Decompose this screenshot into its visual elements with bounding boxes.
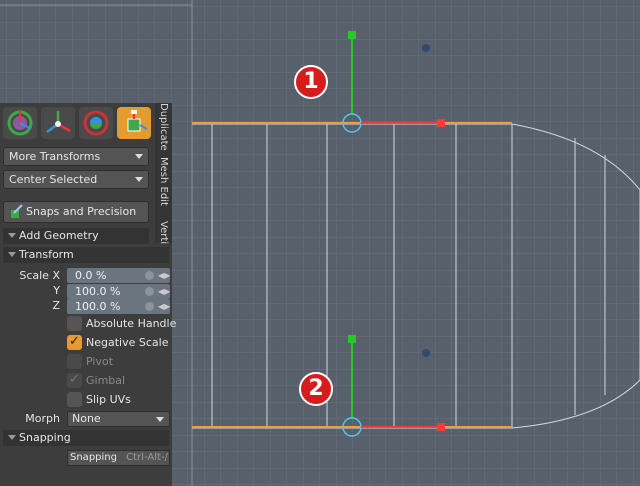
snaps-and-precision-label: Snaps and Precision: [26, 205, 137, 218]
step-arrows-icon[interactable]: ◀▶: [158, 287, 170, 296]
morph-label: Morph: [25, 412, 60, 425]
center-selected-label: Center Selected: [9, 173, 98, 186]
scale-tool-icon: [127, 110, 148, 132]
snapping-button-label: Snapping: [70, 452, 117, 463]
tab-vertices[interactable]: Verti: [155, 221, 172, 244]
rotate-tool-button[interactable]: [41, 107, 75, 139]
scale-x-label: Scale X: [19, 269, 60, 282]
pivot-label: Pivot: [86, 355, 114, 368]
scale-tool-button[interactable]: [117, 107, 151, 139]
scale-z-field[interactable]: 100.0 % ◀▶: [67, 299, 170, 314]
negative-scale-checkbox[interactable]: ✓: [67, 334, 82, 350]
scale-y-field[interactable]: 100.0 % ◀▶: [67, 284, 170, 299]
tab-duplicate[interactable]: Duplicate: [155, 103, 172, 151]
negative-scale-label: Negative Scale: [86, 336, 169, 349]
scale-z-value: 100.0 %: [75, 300, 121, 313]
section-transform[interactable]: Transform: [3, 247, 169, 263]
chevron-down-icon: [135, 177, 143, 182]
slip-uvs-checkbox[interactable]: [67, 392, 82, 407]
reset-icon[interactable]: [145, 287, 154, 296]
side-tab-strip: Duplicate Mesh Edit Verti: [155, 103, 172, 244]
step-arrows-icon[interactable]: ◀▶: [158, 302, 170, 311]
pivot-checkbox[interactable]: [67, 354, 82, 369]
annotation-badge-2: 2: [299, 372, 333, 406]
tab-mesh-edit[interactable]: Mesh Edit: [155, 157, 172, 217]
annotation-badge-1: 1: [294, 65, 328, 99]
chevron-down-icon: [135, 154, 143, 159]
snap-icon: [11, 204, 23, 218]
more-transforms-label: More Transforms: [9, 150, 101, 163]
gimbal-label: Gimbal: [86, 374, 126, 387]
move-tool-button[interactable]: [3, 107, 37, 139]
checkmark-icon: ✓: [69, 372, 80, 387]
absolute-handle-checkbox[interactable]: [67, 316, 82, 331]
slip-uvs-label: Slip UVs: [86, 393, 131, 406]
transform-tool-row: [3, 107, 151, 139]
step-arrows-icon[interactable]: ◀▶: [158, 271, 170, 280]
scale-y-label: Y: [53, 284, 60, 297]
section-snapping[interactable]: Snapping: [3, 430, 169, 446]
gimbal-checkbox[interactable]: ✓: [67, 372, 82, 388]
collapse-triangle-icon: [8, 435, 16, 440]
checkmark-icon: ✓: [69, 334, 80, 349]
snapping-section-label: Snapping: [19, 431, 71, 444]
move-tool-icon: [7, 110, 33, 136]
scale-z-label: Z: [52, 299, 60, 312]
rotate-tool-icon: [46, 111, 71, 134]
transform-tool-button[interactable]: [79, 107, 113, 139]
snaps-and-precision-button[interactable]: Snaps and Precision: [3, 201, 149, 223]
scale-y-value: 100.0 %: [75, 285, 121, 298]
transform-tool-icon: [83, 110, 109, 136]
section-add-geometry[interactable]: Add Geometry: [3, 228, 149, 244]
snapping-toggle-button[interactable]: Snapping Ctrl-Alt-/: [67, 450, 170, 466]
chevron-down-icon: [156, 417, 164, 422]
collapse-triangle-icon: [8, 252, 16, 257]
morph-value: None: [72, 412, 101, 425]
reset-icon[interactable]: [145, 302, 154, 311]
scale-x-field[interactable]: 0.0 % ◀▶: [67, 268, 170, 283]
snapping-shortcut: Ctrl-Alt-/: [126, 452, 168, 463]
more-transforms-dropdown[interactable]: More Transforms: [3, 147, 149, 166]
transform-label: Transform: [19, 248, 74, 261]
scale-x-value: 0.0 %: [75, 269, 107, 282]
center-selected-dropdown[interactable]: Center Selected: [3, 170, 149, 189]
reset-icon[interactable]: [145, 271, 154, 280]
absolute-handle-label: Absolute Handle: [86, 317, 177, 330]
collapse-triangle-icon: [8, 233, 16, 238]
add-geometry-label: Add Geometry: [19, 229, 99, 242]
morph-dropdown[interactable]: None: [67, 411, 170, 427]
